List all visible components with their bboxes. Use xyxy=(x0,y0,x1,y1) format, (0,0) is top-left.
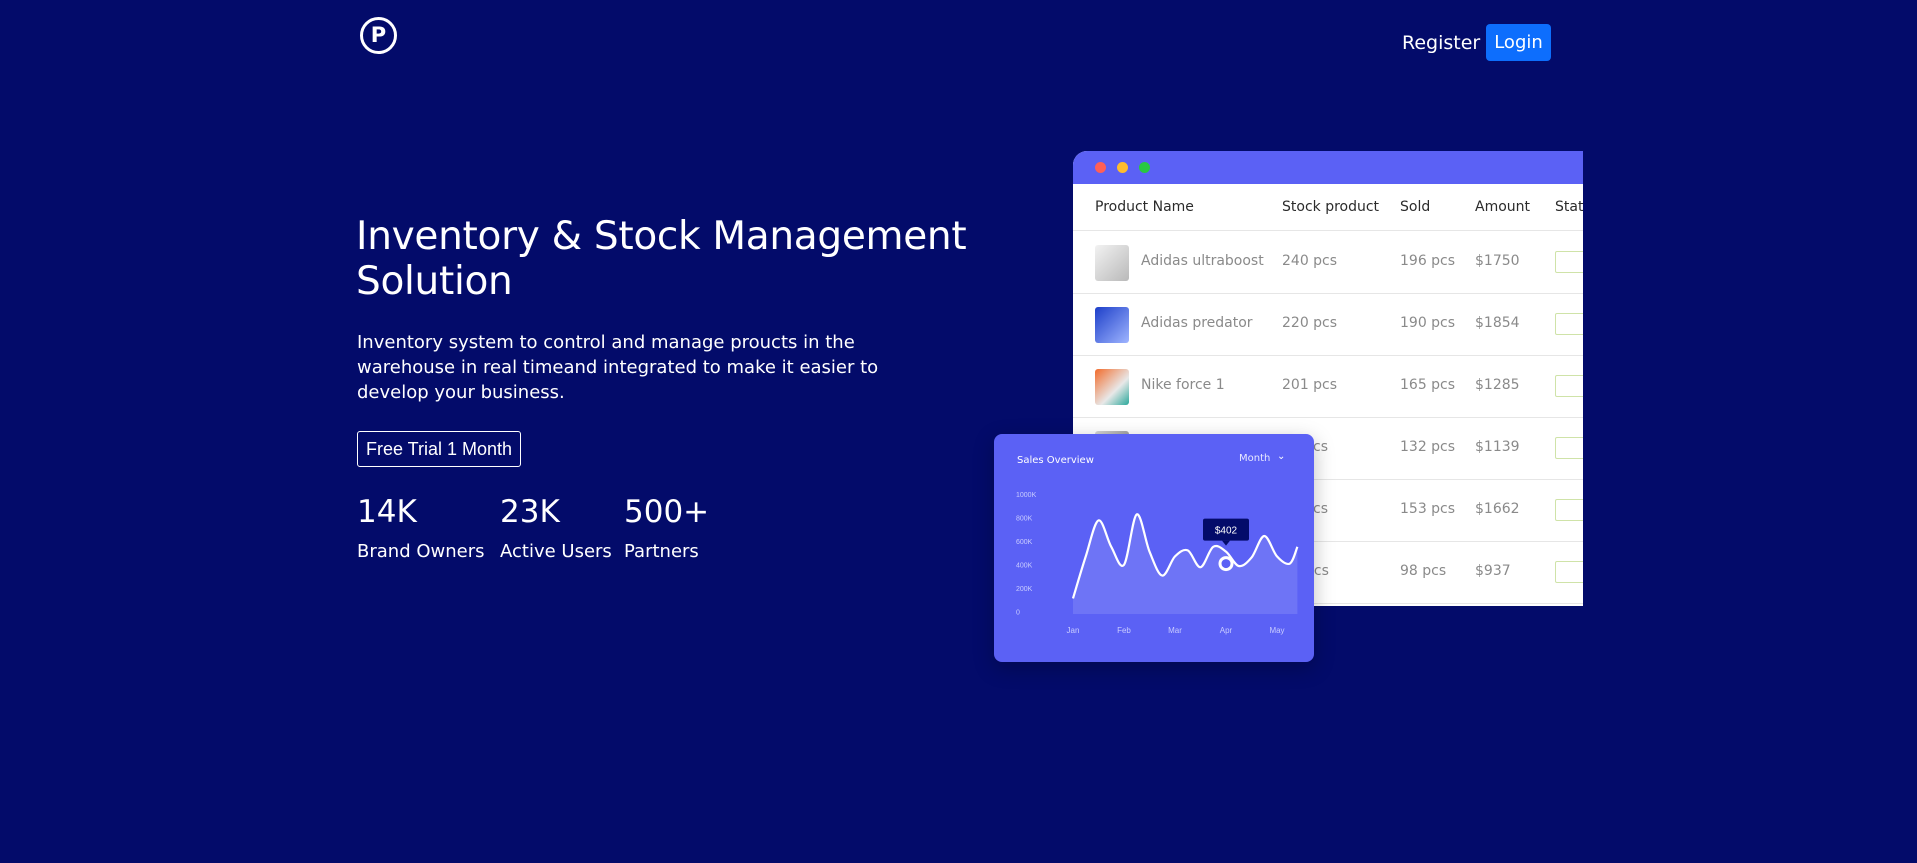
sold-cell: 165 pcs xyxy=(1400,377,1456,393)
sales-line-chart: 1000K 800K 600K 400K 200K 0 Jan Feb Mar Apr May $40… xyxy=(1016,492,1299,635)
status-badge xyxy=(1555,251,1583,273)
status-badge xyxy=(1555,561,1583,583)
x-tick-label: May xyxy=(1269,626,1284,635)
stock-cell: 201 pcs xyxy=(1282,377,1338,393)
product-name: Adidas predator xyxy=(1141,315,1253,331)
amount-cell: $937 xyxy=(1475,563,1511,579)
chart-area-fill xyxy=(1073,514,1298,614)
stock-cell: 220 pcs xyxy=(1282,315,1338,331)
sold-cell: 132 pcs xyxy=(1400,439,1456,455)
y-tick-label: 800K xyxy=(1016,516,1033,523)
tooltip-pointer xyxy=(1222,540,1230,546)
close-dot-icon xyxy=(1095,162,1106,173)
stat-label: Partners xyxy=(624,541,699,562)
stat-partners: 500+ Partners xyxy=(624,492,709,564)
x-tick-label: Jan xyxy=(1067,626,1080,635)
window-title-bar xyxy=(1073,151,1583,184)
stock-cell: cs xyxy=(1313,439,1328,455)
column-header: Stock product xyxy=(1282,199,1380,215)
tooltip-label: $402 xyxy=(1215,526,1238,537)
x-tick-label: Mar xyxy=(1168,626,1182,635)
sold-cell: 190 pcs xyxy=(1400,315,1456,331)
stock-cell: 240 pcs xyxy=(1282,253,1338,269)
highlight-point xyxy=(1218,556,1234,572)
table-row: Adidas ultraboost 240 pcs 196 pcs $1750 xyxy=(1073,231,1583,294)
table-row: Adidas predator 220 pcs 190 pcs $1854 xyxy=(1073,293,1583,356)
column-header: Statu xyxy=(1555,199,1583,215)
column-header: Sold xyxy=(1400,199,1431,215)
stock-cell: cs xyxy=(1313,501,1328,517)
status-badge xyxy=(1555,313,1583,335)
amount-cell: $1854 xyxy=(1475,315,1520,331)
table-header: Product Name Stock product Sold Amount S… xyxy=(1073,184,1583,231)
y-tick-label: 0 xyxy=(1016,610,1020,617)
status-badge xyxy=(1555,375,1583,397)
stat-active-users: 23K Active Users xyxy=(500,492,612,564)
shoe-thumbnail xyxy=(1095,245,1129,281)
stat-value: 23K xyxy=(500,494,560,530)
stat-value: 500+ xyxy=(624,494,710,530)
sold-cell: 98 pcs xyxy=(1400,563,1447,579)
stat-brand-owners: 14K Brand Owners xyxy=(357,492,485,564)
hero-title: Inventory & Stock Management Solution xyxy=(356,214,967,304)
login-button[interactable]: Login xyxy=(1486,24,1551,61)
amount-cell: $1285 xyxy=(1475,377,1520,393)
register-link[interactable]: Register xyxy=(1402,31,1480,55)
product-name: Adidas ultraboost xyxy=(1141,253,1264,269)
stat-label: Active Users xyxy=(500,541,612,562)
status-badge xyxy=(1555,437,1583,459)
product-name: Nike force 1 xyxy=(1141,377,1225,393)
y-tick-label: 1000K xyxy=(1016,492,1037,499)
p-circle-logo-icon: P xyxy=(370,23,387,47)
column-header: Product Name xyxy=(1095,199,1194,215)
stat-label: Brand Owners xyxy=(357,541,485,562)
minimize-dot-icon xyxy=(1117,162,1128,173)
hero-description: Inventory system to control and manage p… xyxy=(357,332,879,403)
maximize-dot-icon xyxy=(1139,162,1150,173)
brand-logo[interactable]: P xyxy=(360,17,397,54)
table-row: Nike force 1 201 pcs 165 pcs $1285 xyxy=(1073,355,1583,418)
sold-cell: 196 pcs xyxy=(1400,253,1456,269)
sales-overview-card: Sales Overview Month ⌄ 1000K 800K 600K 400K… xyxy=(994,434,1314,662)
free-trial-button[interactable]: Free Trial 1 Month xyxy=(357,431,521,467)
amount-cell: $1662 xyxy=(1475,501,1520,517)
status-badge xyxy=(1555,499,1583,521)
x-tick-label: Apr xyxy=(1220,626,1233,635)
shoe-thumbnail xyxy=(1095,369,1129,405)
stat-value: 14K xyxy=(357,494,417,530)
y-tick-label: 200K xyxy=(1016,586,1033,593)
x-tick-label: Feb xyxy=(1117,626,1131,635)
shoe-thumbnail xyxy=(1095,307,1129,343)
column-header: Amount xyxy=(1475,199,1531,215)
sold-cell: 153 pcs xyxy=(1400,501,1456,517)
amount-cell: $1750 xyxy=(1475,253,1520,269)
amount-cell: $1139 xyxy=(1475,439,1520,455)
y-tick-label: 600K xyxy=(1016,539,1033,546)
y-tick-label: 400K xyxy=(1016,563,1033,570)
